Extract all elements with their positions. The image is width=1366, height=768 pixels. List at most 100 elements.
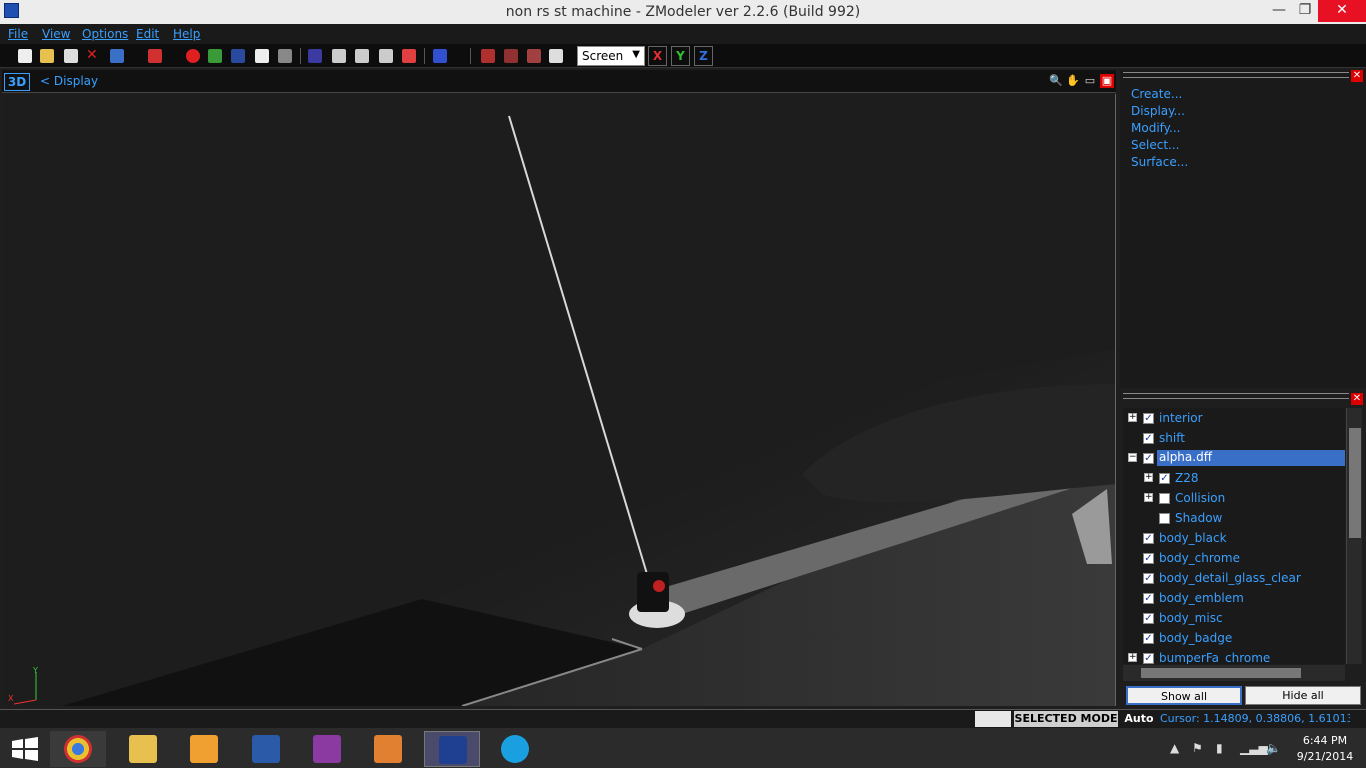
expand-icon[interactable]: + bbox=[1128, 413, 1137, 422]
scale-icon[interactable] bbox=[527, 49, 541, 63]
restore-view-icon[interactable]: ▭ bbox=[1083, 74, 1097, 88]
expand-icon[interactable]: + bbox=[1128, 653, 1137, 662]
texture-icon[interactable] bbox=[208, 49, 222, 63]
tree-item[interactable]: + Collision bbox=[1123, 488, 1345, 508]
show-all-button[interactable]: Show all bbox=[1126, 686, 1242, 705]
visibility-checkbox[interactable] bbox=[1159, 513, 1170, 524]
tree-item[interactable]: ✓ body_misc bbox=[1123, 608, 1345, 628]
tree-item-label[interactable]: shift bbox=[1159, 431, 1185, 445]
material-icon[interactable] bbox=[231, 49, 245, 63]
menu-view[interactable]: View bbox=[42, 27, 70, 41]
command-panel-close-icon[interactable]: ✕ bbox=[1351, 70, 1363, 82]
visibility-checkbox[interactable]: ✓ bbox=[1143, 433, 1154, 444]
tree-item-label[interactable]: Shadow bbox=[1175, 511, 1222, 525]
taskbar-file-explorer[interactable] bbox=[115, 731, 171, 767]
visibility-checkbox[interactable]: ✓ bbox=[1143, 553, 1154, 564]
select-all-icon[interactable] bbox=[402, 49, 416, 63]
visibility-checkbox[interactable]: ✓ bbox=[1143, 573, 1154, 584]
open-file-icon[interactable] bbox=[40, 49, 54, 63]
select-object-icon[interactable] bbox=[355, 49, 369, 63]
menu-edit[interactable]: Edit bbox=[136, 27, 159, 41]
hide-all-button[interactable]: Hide all bbox=[1245, 686, 1361, 705]
graph-icon[interactable] bbox=[549, 49, 563, 63]
select-vertex-icon[interactable] bbox=[308, 49, 322, 63]
tree-item[interactable]: + ✓ bumperFa_chrome bbox=[1123, 648, 1345, 664]
create-menu-link[interactable]: Create... bbox=[1131, 87, 1182, 101]
tree-item-label[interactable]: alpha.dff bbox=[1157, 450, 1345, 466]
visibility-checkbox[interactable]: ✓ bbox=[1143, 613, 1154, 624]
modify-menu-link[interactable]: Modify... bbox=[1131, 121, 1181, 135]
visibility-checkbox[interactable]: ✓ bbox=[1143, 533, 1154, 544]
tree-item[interactable]: ✓ body_chrome bbox=[1123, 548, 1345, 568]
visibility-checkbox[interactable]: ✓ bbox=[1159, 473, 1170, 484]
pan-hand-icon[interactable]: ✋ bbox=[1066, 74, 1080, 88]
visibility-checkbox[interactable]: ✓ bbox=[1143, 653, 1154, 664]
document-icon[interactable] bbox=[255, 49, 269, 63]
visibility-checkbox[interactable]: ✓ bbox=[1143, 413, 1154, 424]
surface-menu-link[interactable]: Surface... bbox=[1131, 155, 1188, 169]
visibility-checkbox[interactable]: ✓ bbox=[1143, 633, 1154, 644]
axis-y-button[interactable]: Y bbox=[671, 46, 690, 66]
taskbar-word[interactable] bbox=[238, 731, 294, 767]
zoom-icon[interactable]: 🔍 bbox=[1049, 74, 1063, 88]
display-menu-link[interactable]: Display... bbox=[1131, 104, 1185, 118]
tree-item[interactable]: + ✓ Z28 bbox=[1123, 468, 1345, 488]
tree-item[interactable]: ✓ body_emblem bbox=[1123, 588, 1345, 608]
action-center-flag-icon[interactable]: ⚑ bbox=[1192, 741, 1203, 755]
save-file-icon[interactable] bbox=[64, 49, 78, 63]
object-panel-grip[interactable] bbox=[1123, 393, 1349, 399]
tree-item[interactable]: ✓ shift bbox=[1123, 428, 1345, 448]
coord-system-select[interactable]: Screen ▼ bbox=[577, 46, 645, 66]
tree-item-label[interactable]: body_chrome bbox=[1159, 551, 1240, 565]
tree-horizontal-scrollbar[interactable] bbox=[1123, 665, 1345, 681]
tree-item-label[interactable]: bumperFa_chrome bbox=[1159, 651, 1270, 664]
tree-item-label[interactable]: body_misc bbox=[1159, 611, 1223, 625]
export-icon[interactable] bbox=[148, 49, 162, 63]
scrollbar-thumb[interactable] bbox=[1141, 668, 1301, 678]
taskbar-skype[interactable] bbox=[487, 731, 543, 767]
tree-item-selected[interactable]: − ✓ alpha.dff bbox=[1123, 448, 1345, 468]
axis-z-button[interactable]: Z bbox=[694, 46, 713, 66]
tree-item-label[interactable]: body_emblem bbox=[1159, 591, 1244, 605]
tree-item[interactable]: Shadow bbox=[1123, 508, 1345, 528]
taskbar-zmodeler[interactable] bbox=[424, 731, 480, 767]
start-button[interactable] bbox=[0, 731, 56, 767]
taskbar-media-player[interactable] bbox=[360, 731, 416, 767]
tree-item[interactable]: ✓ body_black bbox=[1123, 528, 1345, 548]
taskbar-chrome[interactable] bbox=[50, 731, 106, 767]
3d-viewport[interactable]: Y X bbox=[2, 94, 1116, 706]
tree-item[interactable]: + ✓ interior bbox=[1123, 408, 1345, 428]
restore-button[interactable]: ❐ bbox=[1292, 0, 1318, 22]
tree-vertical-scrollbar[interactable] bbox=[1346, 408, 1362, 664]
redo-icon[interactable] bbox=[278, 49, 292, 63]
object-tree[interactable]: + ✓ interior ✓ shift − ✓ alpha.dff + ✓ Z… bbox=[1123, 408, 1345, 664]
collapse-icon[interactable]: − bbox=[1128, 453, 1137, 462]
import-icon[interactable] bbox=[110, 49, 124, 63]
axis-x-button[interactable]: X bbox=[648, 46, 667, 66]
rotate-icon[interactable] bbox=[504, 49, 518, 63]
visibility-checkbox[interactable] bbox=[1159, 493, 1170, 504]
display-nav-link[interactable]: < Display bbox=[40, 74, 98, 88]
tray-app-icon[interactable]: ▮ bbox=[1216, 741, 1223, 755]
tree-item[interactable]: ✓ body_detail_glass_clear bbox=[1123, 568, 1345, 588]
tree-item-label[interactable]: interior bbox=[1159, 411, 1203, 425]
scrollbar-thumb[interactable] bbox=[1349, 428, 1361, 538]
command-panel-grip[interactable] bbox=[1123, 72, 1349, 78]
taskbar-onenote[interactable] bbox=[299, 731, 355, 767]
expand-icon[interactable]: + bbox=[1144, 473, 1153, 482]
tree-item-label[interactable]: Collision bbox=[1175, 491, 1225, 505]
select-face-icon[interactable] bbox=[332, 49, 346, 63]
visibility-checkbox[interactable]: ✓ bbox=[1143, 453, 1154, 464]
new-file-icon[interactable] bbox=[18, 49, 32, 63]
network-signal-icon[interactable]: ▁▃▅ bbox=[1240, 741, 1268, 755]
select-group-icon[interactable] bbox=[379, 49, 393, 63]
delete-icon[interactable]: ✕ bbox=[86, 48, 100, 63]
pointer-icon[interactable] bbox=[433, 49, 447, 63]
select-menu-link[interactable]: Select... bbox=[1131, 138, 1179, 152]
tree-item-label[interactable]: body_badge bbox=[1159, 631, 1232, 645]
visibility-checkbox[interactable]: ✓ bbox=[1143, 593, 1154, 604]
tree-item-label[interactable]: Z28 bbox=[1175, 471, 1199, 485]
volume-icon[interactable]: 🔈 bbox=[1266, 741, 1281, 755]
object-panel-close-icon[interactable]: ✕ bbox=[1351, 393, 1363, 405]
viewport-mode-button[interactable]: 3D bbox=[4, 73, 30, 91]
